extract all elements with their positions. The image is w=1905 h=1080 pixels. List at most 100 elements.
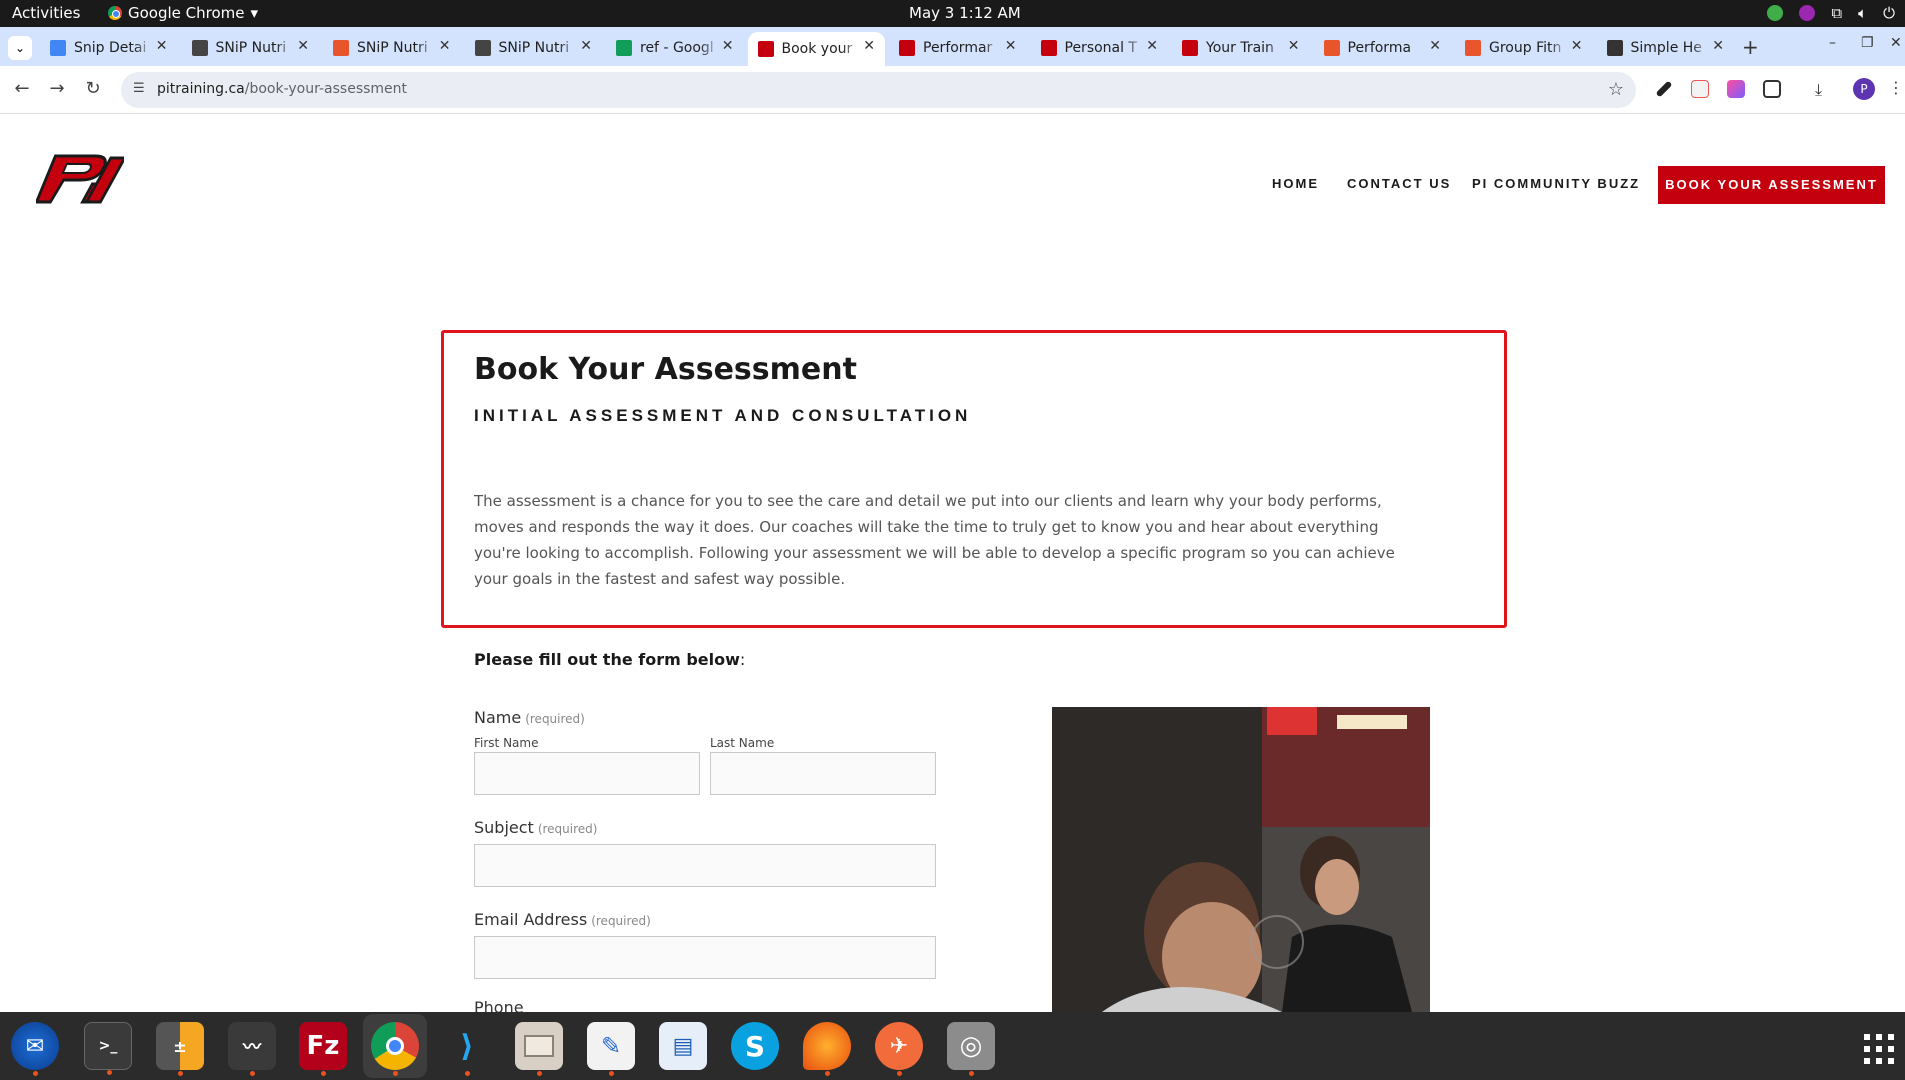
tab-close-icon[interactable]: ✕ bbox=[156, 38, 168, 54]
clock[interactable]: May 3 1:12 AM bbox=[909, 4, 1021, 22]
system-tray[interactable]: ⧉ 🔈︎ ⏻ bbox=[1767, 4, 1895, 22]
tab-close-icon[interactable]: ✕ bbox=[863, 38, 875, 54]
tab-title: ref - Googl bbox=[640, 39, 714, 56]
google-docs-icon bbox=[50, 39, 66, 56]
menu-kebab-icon[interactable]: ⋮ bbox=[1888, 78, 1904, 97]
libreoffice-impress-icon[interactable]: ▤ bbox=[659, 1022, 707, 1070]
snip-food-icon bbox=[333, 39, 349, 56]
tab-search-button[interactable]: ⌄ bbox=[8, 36, 32, 60]
power-icon[interactable]: ⏻ bbox=[1883, 4, 1895, 22]
page-subtitle: INITIAL ASSESSMENT AND CONSULTATION bbox=[474, 406, 972, 425]
files-icon[interactable] bbox=[515, 1022, 563, 1076]
tab-title: Performar bbox=[923, 39, 993, 56]
skype-icon[interactable]: S bbox=[731, 1022, 779, 1070]
name-label: Name (required) bbox=[474, 708, 585, 727]
browser-tab[interactable]: Simple He ✕ bbox=[1597, 32, 1735, 63]
nav-community-buzz[interactable]: PI COMMUNITY BUZZ bbox=[1472, 176, 1640, 191]
forward-arrow-icon[interactable]: → bbox=[45, 78, 69, 99]
nav-contact-us[interactable]: CONTACT US bbox=[1347, 176, 1451, 191]
tab-close-icon[interactable]: ✕ bbox=[1429, 38, 1441, 54]
email-input[interactable] bbox=[474, 936, 936, 979]
color-picker-tray-icon[interactable] bbox=[1799, 5, 1816, 21]
browser-tab[interactable]: Personal T ✕ bbox=[1031, 32, 1169, 63]
pi-logo[interactable] bbox=[34, 148, 128, 212]
intro-paragraph: The assessment is a chance for you to se… bbox=[474, 492, 1395, 588]
tab-close-icon[interactable]: ✕ bbox=[1005, 38, 1017, 54]
nav-home[interactable]: HOME bbox=[1272, 176, 1319, 191]
pi-icon bbox=[757, 41, 774, 57]
profile-avatar[interactable]: P bbox=[1853, 78, 1875, 100]
eyedropper-extension-icon[interactable] bbox=[1655, 80, 1673, 98]
pi-icon bbox=[899, 39, 915, 56]
fireworks-app-icon[interactable] bbox=[803, 1022, 851, 1076]
bookmark-star-icon[interactable]: ☆ bbox=[1608, 79, 1624, 100]
system-monitor-icon[interactable]: 〰 bbox=[228, 1022, 276, 1076]
form-intro: Please fill out the form below: bbox=[474, 650, 746, 669]
last-name-input[interactable] bbox=[710, 752, 936, 795]
tab-close-icon[interactable]: ✕ bbox=[580, 38, 592, 54]
puzzle-extensions-icon[interactable] bbox=[1763, 80, 1781, 98]
tab-close-icon[interactable]: ✕ bbox=[1288, 38, 1300, 54]
tab-title: Personal T bbox=[1064, 39, 1138, 56]
reload-icon[interactable]: ↻ bbox=[81, 78, 105, 99]
calculator-icon[interactable]: ± bbox=[156, 1022, 204, 1076]
download-icon[interactable]: ⤓ bbox=[1815, 80, 1833, 99]
terminal-icon[interactable]: >_ bbox=[84, 1022, 132, 1075]
pi-icon bbox=[1182, 39, 1198, 56]
tab-close-icon[interactable]: ✕ bbox=[297, 38, 309, 54]
book-assessment-button[interactable]: BOOK YOUR ASSESSMENT bbox=[1658, 166, 1885, 204]
volume-icon[interactable]: 🔈︎ bbox=[1858, 4, 1867, 22]
browser-tab[interactable]: SNiP Nutri ✕ bbox=[465, 32, 603, 63]
browser-tab[interactable]: SNiP Nutri ✕ bbox=[323, 32, 461, 63]
browser-tab[interactable]: SNiP Nutri ✕ bbox=[182, 32, 320, 63]
browser-tab[interactable]: Your Train ✕ bbox=[1172, 32, 1310, 63]
browser-tab[interactable]: Book your ✕ bbox=[747, 32, 885, 66]
calendar-extension-icon[interactable] bbox=[1691, 80, 1709, 98]
minimize-icon[interactable]: – bbox=[1829, 35, 1836, 51]
tab-title: SNiP Nutri bbox=[215, 39, 287, 56]
tab-close-icon[interactable]: ✕ bbox=[1146, 38, 1158, 54]
text-editor-icon[interactable]: ✎ bbox=[587, 1022, 635, 1076]
tab-close-icon[interactable]: ✕ bbox=[1712, 38, 1724, 54]
thunderbird-icon[interactable]: ✉ bbox=[11, 1022, 59, 1076]
browser-tab[interactable]: Group Fitn ✕ bbox=[1455, 32, 1593, 63]
tab-close-icon[interactable]: ✕ bbox=[722, 38, 734, 54]
browser-tab[interactable]: Snip Detai ✕ bbox=[40, 32, 178, 63]
browser-tab[interactable]: ref - Googl ✕ bbox=[606, 32, 744, 63]
back-arrow-icon[interactable]: ← bbox=[10, 78, 34, 99]
tab-title: Performa bbox=[1347, 39, 1412, 56]
chrome-dock-icon[interactable] bbox=[371, 1022, 419, 1076]
email-label: Email Address (required) bbox=[474, 910, 651, 929]
first-name-input[interactable] bbox=[474, 752, 700, 795]
tab-title: Book your bbox=[781, 41, 853, 57]
caret-down-icon: ▾ bbox=[250, 4, 259, 22]
snip-icon bbox=[474, 39, 491, 56]
show-apps-grid-icon[interactable] bbox=[1864, 1034, 1894, 1064]
vscode-icon[interactable]: ⟩ bbox=[443, 1022, 491, 1076]
restore-icon[interactable]: ❐ bbox=[1861, 35, 1874, 51]
tab-title: Snip Detai bbox=[74, 39, 147, 56]
tab-close-icon[interactable]: ✕ bbox=[439, 38, 451, 54]
group-fitness-icon bbox=[1465, 39, 1481, 56]
browser-tab[interactable]: Performa ✕ bbox=[1314, 32, 1452, 63]
new-tab-button[interactable]: + bbox=[1742, 35, 1759, 59]
close-window-icon[interactable]: ✕ bbox=[1890, 35, 1902, 51]
site-info-icon[interactable]: ☰ bbox=[133, 81, 151, 99]
pen-extension-icon[interactable] bbox=[1727, 80, 1745, 98]
activities-button[interactable]: Activities bbox=[12, 4, 80, 22]
app-menu[interactable]: Google Chrome ▾ bbox=[108, 4, 258, 22]
address-bar[interactable]: ☰ pitraining.ca/book-your-assessment ☆ bbox=[121, 72, 1636, 108]
last-name-label: Last Name bbox=[710, 736, 775, 750]
network-icon[interactable]: ⧉ bbox=[1831, 4, 1842, 22]
subject-input[interactable] bbox=[474, 844, 936, 887]
disk-utility-icon[interactable]: ◎ bbox=[947, 1022, 995, 1076]
postman-icon[interactable]: ✈ bbox=[875, 1022, 923, 1076]
tab-close-icon[interactable]: ✕ bbox=[1571, 38, 1583, 54]
tab-title: SNiP Nutri bbox=[498, 39, 570, 56]
browser-toolbar: ← → ↻ ☰ pitraining.ca/book-your-assessme… bbox=[0, 66, 1905, 114]
url-text[interactable]: pitraining.ca/book-your-assessment bbox=[157, 81, 407, 97]
browser-tab[interactable]: Performar ✕ bbox=[889, 32, 1027, 63]
tab-title: Your Train bbox=[1206, 39, 1274, 56]
status-check-icon[interactable] bbox=[1767, 5, 1784, 21]
filezilla-icon[interactable]: Fz bbox=[299, 1022, 347, 1076]
